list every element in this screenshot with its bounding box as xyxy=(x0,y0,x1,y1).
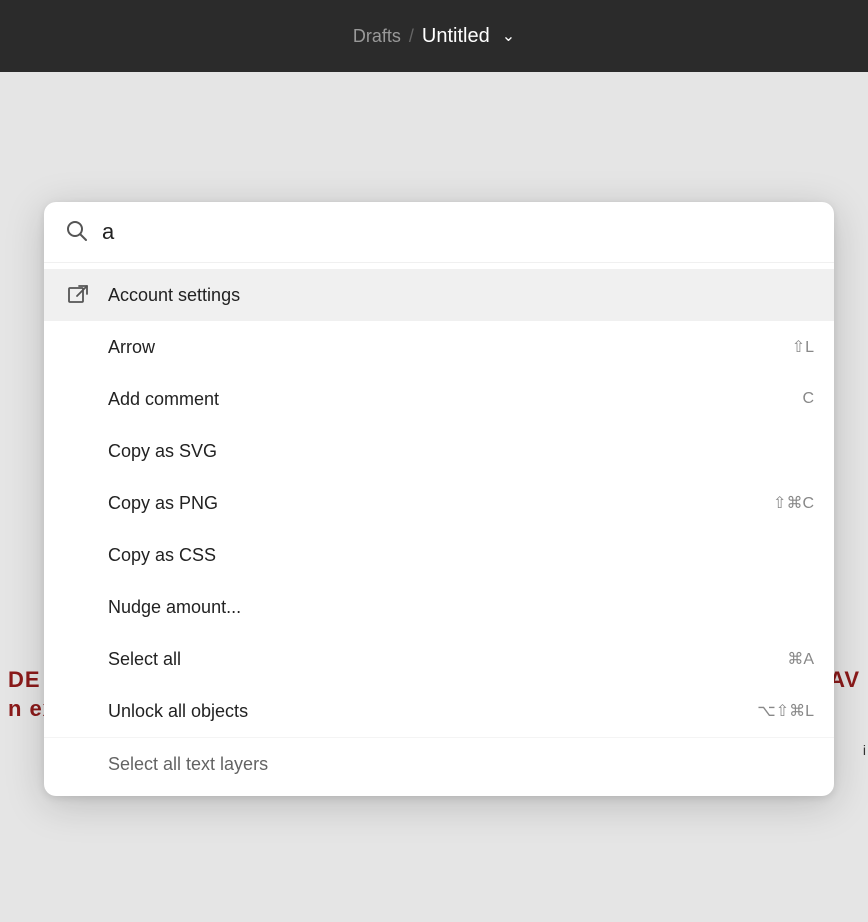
menu-item-label: Add comment xyxy=(108,389,802,410)
menu-item-label: Copy as PNG xyxy=(108,493,773,514)
menu-item-select-text-layers[interactable]: Select all text layers xyxy=(44,737,834,790)
external-link-icon xyxy=(64,281,92,309)
search-icon xyxy=(64,218,88,246)
breadcrumb: Drafts / Untitled ⌄ xyxy=(353,25,515,48)
menu-item-copy-png[interactable]: Copy as PNG ⇧⌘C xyxy=(44,477,834,529)
no-icon xyxy=(64,385,92,413)
menu-item-label: Select all text layers xyxy=(108,754,814,775)
no-icon xyxy=(64,593,92,621)
menu-item-select-all[interactable]: Select all ⌘A xyxy=(44,633,834,685)
menu-item-copy-svg[interactable]: Copy as SVG xyxy=(44,425,834,477)
menu-item-add-comment[interactable]: Add comment C xyxy=(44,373,834,425)
menu-item-shortcut: ⇧⌘C xyxy=(773,493,814,513)
no-icon xyxy=(64,437,92,465)
menu-items-list: Account settings Arrow ⇧L Add comment C … xyxy=(44,263,834,796)
canvas-area: DE n ex AV i xyxy=(0,72,868,922)
search-row xyxy=(44,202,834,263)
menu-item-shortcut: ⇧L xyxy=(792,337,814,357)
command-palette: Account settings Arrow ⇧L Add comment C … xyxy=(44,202,834,796)
no-icon xyxy=(64,489,92,517)
menu-item-shortcut: C xyxy=(802,390,814,408)
no-icon xyxy=(64,333,92,361)
menu-item-label: Unlock all objects xyxy=(108,701,757,722)
title-dropdown-icon[interactable]: ⌄ xyxy=(502,26,515,46)
menu-item-label: Select all xyxy=(108,649,787,670)
menu-item-label: Copy as CSS xyxy=(108,545,814,566)
menu-item-unlock-all[interactable]: Unlock all objects ⌥⇧⌘L xyxy=(44,685,834,737)
menu-item-nudge-amount[interactable]: Nudge amount... xyxy=(44,581,834,633)
menu-item-account-settings[interactable]: Account settings xyxy=(44,269,834,321)
menu-item-shortcut: ⌘A xyxy=(787,649,814,669)
no-icon xyxy=(64,750,92,778)
search-input[interactable] xyxy=(102,219,814,245)
drafts-link[interactable]: Drafts xyxy=(353,26,401,47)
top-bar: Drafts / Untitled ⌄ xyxy=(0,0,868,72)
breadcrumb-separator: / xyxy=(409,26,414,47)
no-icon xyxy=(64,645,92,673)
menu-item-label: Nudge amount... xyxy=(108,597,814,618)
bg-text-bottom-right: i xyxy=(863,742,866,758)
no-icon xyxy=(64,697,92,725)
menu-item-arrow[interactable]: Arrow ⇧L xyxy=(44,321,834,373)
no-icon xyxy=(64,541,92,569)
menu-item-shortcut: ⌥⇧⌘L xyxy=(757,701,814,721)
menu-item-label: Arrow xyxy=(108,337,792,358)
page-title: Untitled xyxy=(422,25,490,48)
menu-item-copy-css[interactable]: Copy as CSS xyxy=(44,529,834,581)
menu-item-label: Account settings xyxy=(108,285,814,306)
menu-item-label: Copy as SVG xyxy=(108,441,814,462)
